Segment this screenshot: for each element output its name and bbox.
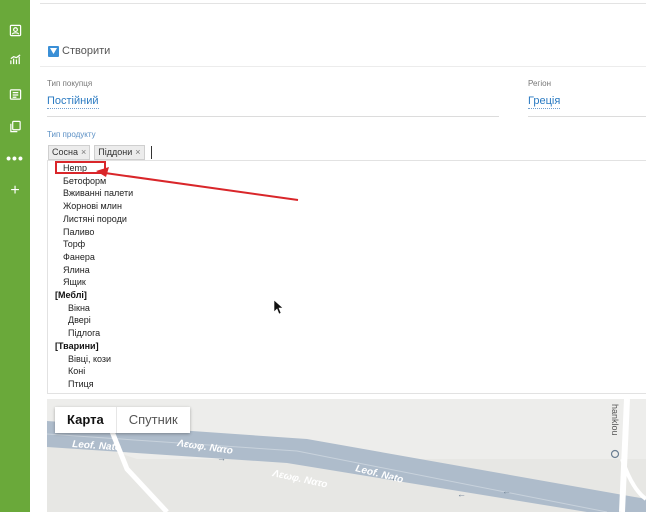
create-button[interactable]: Створити <box>48 44 110 58</box>
more-icon[interactable]: ••• <box>5 148 25 168</box>
top-divider <box>40 3 646 4</box>
remove-tag-icon[interactable]: × <box>135 147 140 157</box>
dropdown-option[interactable]: Торф <box>63 238 85 250</box>
product-type-input[interactable]: Сосна × Піддони × <box>48 144 152 160</box>
map-view[interactable]: Leof. Nato Λεωφ. Νατο Λεωφ. Νατο Leof. N… <box>47 399 646 512</box>
tab-satellite[interactable]: Спутник <box>115 407 190 433</box>
region-value[interactable]: Греція <box>528 95 561 109</box>
buyer-type-value[interactable]: Постійний <box>47 95 99 109</box>
left-sidebar: ••• + <box>0 0 30 512</box>
dropdown-option[interactable]: Фанера <box>63 251 95 263</box>
remove-tag-icon[interactable]: × <box>81 147 86 157</box>
dropdown-option[interactable]: Бетоформ <box>63 175 106 187</box>
tag-pallets[interactable]: Піддони × <box>94 144 145 160</box>
dropdown-option[interactable]: Двері <box>68 314 91 326</box>
product-type-label: Тип продукту <box>47 130 96 139</box>
tag-label: Піддони <box>98 147 133 157</box>
map-type-toggle: Карта Спутник <box>55 407 190 433</box>
dropdown-option[interactable]: Ящик <box>63 276 86 288</box>
list-icon[interactable] <box>5 84 25 104</box>
dropdown-option[interactable]: Ялина <box>63 264 90 276</box>
buyer-type-label: Тип покупця <box>47 79 93 88</box>
road-label-partial: hanklou <box>610 404 620 436</box>
section-divider <box>40 66 646 67</box>
region-label: Регіон <box>528 79 551 88</box>
copy-icon[interactable] <box>5 116 25 136</box>
dropdown-option[interactable]: Коні <box>68 365 85 377</box>
tab-map[interactable]: Карта <box>55 407 116 433</box>
product-type-dropdown <box>47 160 646 394</box>
region-underline <box>528 116 646 117</box>
create-label: Створити <box>62 45 111 57</box>
region-text: Греція <box>528 95 561 109</box>
tag-label: Сосна <box>52 147 78 157</box>
dropdown-option[interactable]: Листяні породи <box>63 213 127 225</box>
dropdown-option[interactable]: Вікна <box>68 302 90 314</box>
add-icon[interactable]: + <box>5 181 25 201</box>
svg-text:→: → <box>387 473 396 483</box>
dropdown-option[interactable]: Птиця <box>68 378 94 390</box>
contacts-icon[interactable] <box>5 20 25 40</box>
buyer-type-underline <box>47 116 499 117</box>
tag-pine[interactable]: Сосна × <box>48 144 91 160</box>
dropdown-option[interactable]: Вживанні палети <box>63 187 133 199</box>
text-cursor <box>150 145 152 159</box>
analytics-icon[interactable] <box>5 49 25 69</box>
svg-text:←: ← <box>502 486 511 496</box>
dropdown-option[interactable]: Паливо <box>63 226 94 238</box>
highlight-box <box>55 161 106 174</box>
svg-text:→: → <box>217 453 226 463</box>
dropdown-option[interactable]: Вівці, кози <box>68 353 111 365</box>
dropdown-option[interactable]: Підлога <box>68 327 100 339</box>
svg-text:←: ← <box>457 489 466 499</box>
dropdown-option[interactable]: Жорнові млин <box>63 200 122 212</box>
triangle-down-icon <box>48 45 59 57</box>
buyer-type-text: Постійний <box>47 95 99 109</box>
option-group-header: [Тварини] <box>55 340 99 351</box>
option-group-header: [Меблі] <box>55 290 87 300</box>
